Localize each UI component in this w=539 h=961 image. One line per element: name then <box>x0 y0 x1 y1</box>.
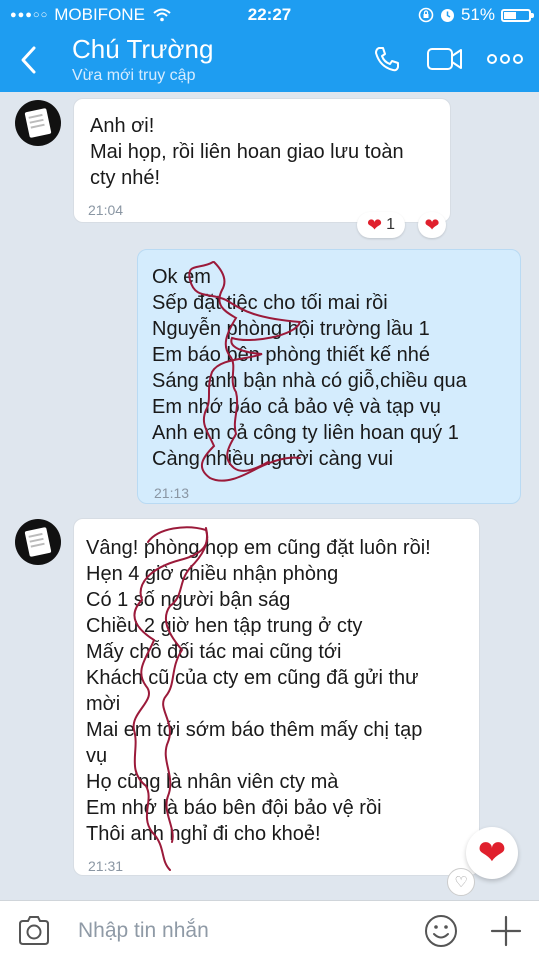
message-line: Anh ơi! <box>90 115 155 137</box>
avatar[interactable] <box>15 519 61 565</box>
message-bubble-outgoing[interactable]: Ok em Sếp đặt tiệc cho tối mai rồi Nguyễ… <box>137 249 521 504</box>
message-bubble-incoming[interactable]: Vâng! phòng họp em cũng đặt luôn rồi! Hẹ… <box>73 518 480 876</box>
message-line: Mấy chỗ đối tác mai cũng tới <box>86 641 342 663</box>
contact-name[interactable]: Chú Trường <box>72 34 213 65</box>
message-line: Càng nhiều người càng vui <box>152 448 394 470</box>
message-line: Họ cũng là nhân viên cty mà <box>86 771 339 793</box>
reaction-count: 1 <box>386 216 395 233</box>
alarm-icon <box>440 8 454 22</box>
heart-icon: ❤ <box>477 834 507 872</box>
message-line: Anh em cả công ty liên hoan quý 1 <box>152 422 459 444</box>
message-line: cty nhé! <box>90 167 161 189</box>
message-line: Khách cũ của cty em cũng đã gửi thư <box>86 667 419 689</box>
message-input-bar: Nhập tin nhắn <box>0 900 539 961</box>
back-icon[interactable] <box>14 42 44 78</box>
reaction-summary[interactable]: ❤ 1 <box>357 212 405 238</box>
contact-status: Vừa mới truy cập <box>72 67 196 84</box>
plus-icon[interactable] <box>490 915 522 947</box>
message-line: Em nhớ báo cả bảo vệ và tạp vụ <box>152 396 441 418</box>
message-time: 21:13 <box>154 485 190 501</box>
message-line: Thôi anh nghỉ đi cho khoẻ! <box>86 823 321 845</box>
message-time: 21:31 <box>88 858 124 874</box>
message-line: Sáng anh bận nhà có giỗ,chiều qua <box>152 370 467 392</box>
message-line: Sếp đặt tiệc cho tối mai rồi <box>152 292 388 314</box>
heart-outline-icon: ♡ <box>454 874 468 891</box>
message-line: Chiều 2 giờ hen tập trung ở cty <box>86 615 363 637</box>
emoji-icon[interactable] <box>424 914 458 948</box>
message-line: Mai em tới sớm báo thêm mấy chị tạp <box>86 719 423 741</box>
message-line: Ok em <box>152 266 211 288</box>
message-time: 21:04 <box>88 202 124 218</box>
battery-icon <box>501 8 534 22</box>
top-bar: ●●●○○ MOBIFONE 22:27 51% Chú Trường Vừa … <box>0 0 539 92</box>
camera-icon[interactable] <box>16 915 52 947</box>
message-line: mời <box>86 693 121 715</box>
phone-icon[interactable] <box>372 44 402 74</box>
heart-icon: ❤ <box>367 215 383 235</box>
like-button[interactable]: ♡ <box>447 868 475 896</box>
message-line: Vâng! phòng họp em cũng đặt luôn rồi! <box>86 537 431 559</box>
rotation-lock-icon <box>418 7 434 23</box>
avatar[interactable] <box>15 100 61 146</box>
message-line: Mai họp, rồi liên hoan giao lưu toàn <box>90 141 404 163</box>
message-line: Em báo bên phòng thiết kế nhé <box>152 344 430 366</box>
video-icon[interactable] <box>426 44 464 74</box>
message-line: vụ <box>86 745 108 767</box>
message-input[interactable]: Nhập tin nhắn <box>78 919 209 943</box>
message-line: Có 1 số người bận ság <box>86 589 291 611</box>
react-button[interactable]: ❤ <box>418 212 446 238</box>
status-bar: ●●●○○ MOBIFONE 22:27 51% <box>0 0 539 30</box>
react-button[interactable]: ❤ <box>466 827 518 879</box>
message-line: Hẹn 4 giờ chiều nhận phòng <box>86 563 339 585</box>
message-line: Em nhớ là báo bên đội bảo vệ rồi <box>86 797 382 819</box>
heart-icon: ❤ <box>424 215 440 235</box>
more-icon[interactable] <box>487 52 523 66</box>
message-bubble-incoming[interactable]: Anh ơi! Mai họp, rồi liên hoan giao lưu … <box>73 98 451 223</box>
battery-percent: 51% <box>460 5 495 24</box>
message-line: Nguyễn phòng hội trường lầu 1 <box>152 318 430 340</box>
